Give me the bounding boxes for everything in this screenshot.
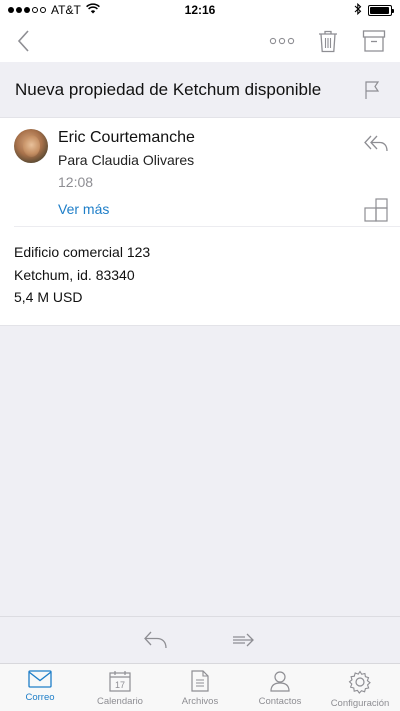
- see-more-link[interactable]: Ver más: [58, 201, 109, 217]
- subject-header: Nueva propiedad de Ketchum disponible: [0, 62, 400, 118]
- battery-icon: [368, 4, 394, 16]
- message-action-bar: [0, 616, 400, 663]
- archive-icon: [362, 30, 386, 52]
- sender-block: Eric Courtemanche Para Claudia Olivares …: [14, 129, 390, 227]
- wifi-icon: [85, 3, 100, 17]
- tab-contacts[interactable]: Contactos: [240, 664, 320, 711]
- avatar-face: [23, 135, 40, 157]
- more-horizontal-icon: [269, 37, 295, 45]
- layout-button[interactable]: [362, 195, 390, 225]
- status-left: AT&T: [8, 3, 100, 17]
- tab-calendar[interactable]: 17 Calendario: [80, 664, 160, 711]
- carrier-label: AT&T: [51, 3, 81, 17]
- settings-icon: [348, 670, 371, 694]
- reply-icon: [144, 631, 167, 649]
- avatar[interactable]: [14, 129, 48, 163]
- tab-settings[interactable]: Configuración: [320, 664, 400, 711]
- calendar-icon: 17: [109, 671, 131, 692]
- flag-button[interactable]: [358, 75, 386, 105]
- email-subject: Nueva propiedad de Ketchum disponible: [15, 79, 322, 99]
- calendar-day-number: 17: [115, 680, 125, 690]
- tab-label: Contactos: [258, 696, 302, 707]
- body-line: Edificio comercial 123: [14, 244, 151, 260]
- tab-label: Calendario: [97, 696, 143, 707]
- reply-all-icon: [364, 135, 388, 152]
- back-button[interactable]: [10, 26, 38, 56]
- tab-files[interactable]: Archivos: [160, 664, 240, 711]
- nav-actions: [268, 26, 388, 56]
- forward-icon: [233, 633, 254, 647]
- message-time: 12:08: [58, 174, 94, 190]
- divider: [14, 226, 400, 227]
- mail-icon: [28, 670, 52, 688]
- files-icon: [191, 670, 209, 692]
- tab-label: Archivos: [181, 696, 219, 707]
- trash-icon: [319, 30, 337, 53]
- message-card: Eric Courtemanche Para Claudia Olivares …: [0, 118, 400, 326]
- delete-button[interactable]: [314, 26, 342, 56]
- tab-mail[interactable]: Correo: [0, 664, 80, 711]
- archive-button[interactable]: [360, 26, 388, 56]
- tab-bar: Correo 17 Calendario Archivos Contactos …: [0, 663, 400, 711]
- tab-label: Configuración: [330, 698, 390, 709]
- forward-button[interactable]: [230, 625, 258, 655]
- body-line: Ketchum, id. 83340: [14, 266, 135, 283]
- reply-bottom-button[interactable]: [142, 625, 170, 655]
- sender-name[interactable]: Eric Courtemanche: [58, 129, 195, 147]
- chevron-left-icon: [17, 30, 29, 52]
- tab-label: Correo: [25, 692, 55, 703]
- status-bar: AT&T 12:16: [0, 0, 400, 20]
- body-line: 5,4 M USD: [14, 289, 83, 305]
- layout-grid-icon: [364, 198, 388, 222]
- contacts-icon: [270, 671, 290, 692]
- nav-bar: [0, 20, 400, 62]
- recipients-line[interactable]: Para Claudia Olivares: [58, 152, 194, 168]
- more-button[interactable]: [268, 26, 296, 56]
- battery-fill: [370, 6, 389, 14]
- reply-button[interactable]: [362, 129, 390, 159]
- signal-strength-icon: [8, 7, 46, 13]
- status-right: [354, 2, 394, 18]
- bluetooth-icon: [354, 2, 362, 18]
- message-body: Edificio comercial 123 Ketchum, id. 8334…: [14, 241, 150, 309]
- flag-icon: [365, 80, 380, 99]
